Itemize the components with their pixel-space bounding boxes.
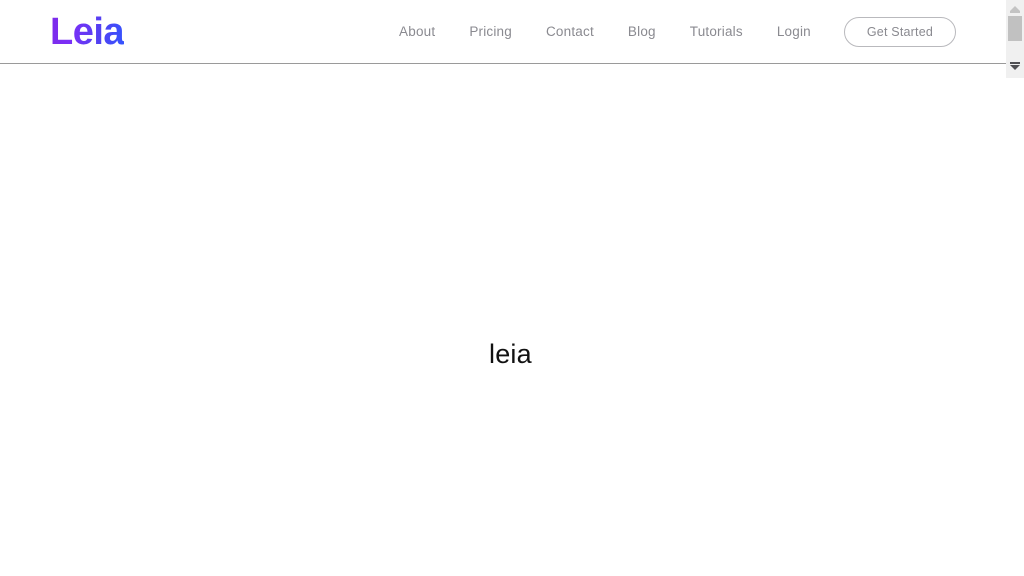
scroll-up-button[interactable] bbox=[1006, 0, 1024, 16]
nav-link-about[interactable]: About bbox=[382, 22, 452, 42]
site-header: Leia About Pricing Contact Blog Tutorial… bbox=[0, 0, 1006, 64]
nav-link-tutorials[interactable]: Tutorials bbox=[673, 22, 760, 42]
scroll-down-cap bbox=[1010, 62, 1020, 64]
page-title: leia bbox=[489, 339, 532, 369]
scrollbar-thumb[interactable] bbox=[1008, 16, 1022, 41]
nav-link-contact[interactable]: Contact bbox=[529, 22, 611, 42]
browser-page: Leia About Pricing Contact Blog Tutorial… bbox=[0, 0, 1024, 576]
nav-link-login[interactable]: Login bbox=[760, 22, 828, 42]
brand-logo[interactable]: Leia bbox=[50, 12, 125, 52]
triangle-down-icon bbox=[1010, 64, 1020, 70]
main-navigation: About Pricing Contact Blog Tutorials Log… bbox=[382, 0, 956, 63]
page-viewport: Leia About Pricing Contact Blog Tutorial… bbox=[0, 0, 1006, 576]
main-content: leia bbox=[0, 64, 1006, 576]
get-started-button[interactable]: Get Started bbox=[843, 16, 956, 47]
triangle-up-icon bbox=[1010, 5, 1020, 11]
nav-link-pricing[interactable]: Pricing bbox=[452, 22, 529, 42]
nav-link-blog[interactable]: Blog bbox=[611, 22, 673, 42]
scroll-down-button[interactable] bbox=[1006, 59, 1024, 75]
vertical-scrollbar[interactable] bbox=[1006, 0, 1024, 78]
scroll-up-cap bbox=[1010, 11, 1020, 13]
